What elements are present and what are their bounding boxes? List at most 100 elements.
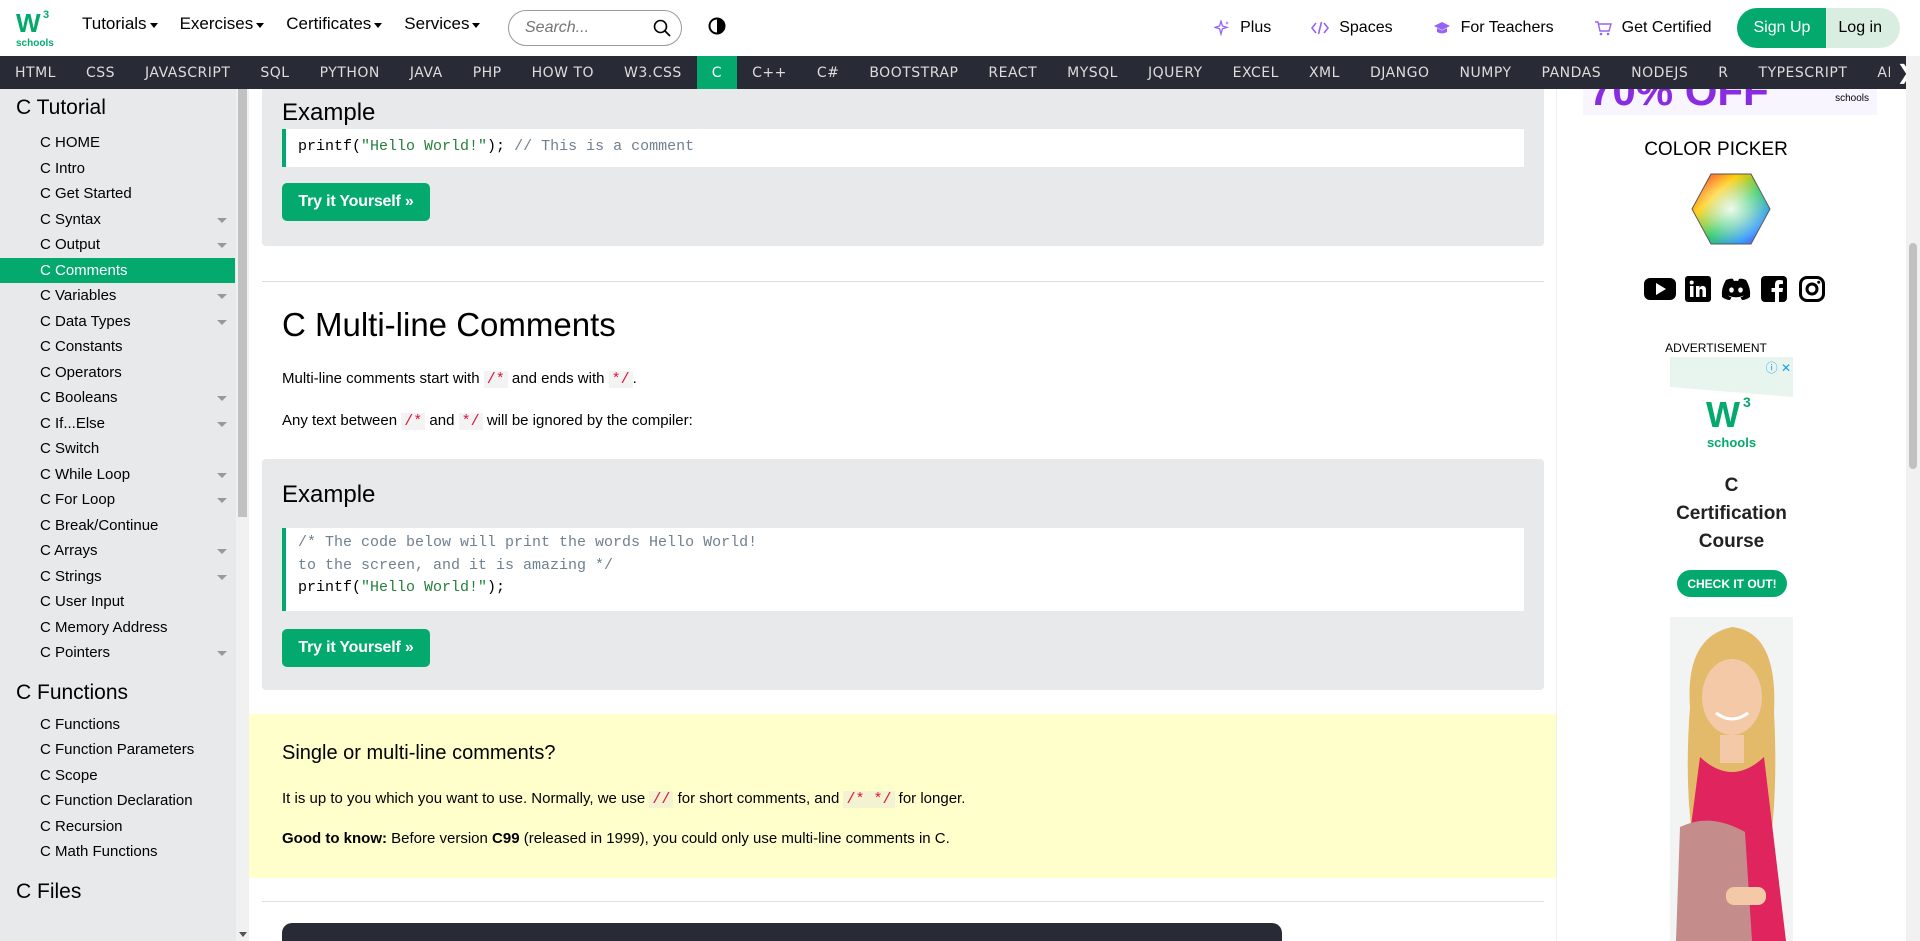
subnav-item-typescript[interactable]: TYPESCRIPT xyxy=(1744,56,1863,89)
facebook-icon[interactable] xyxy=(1757,274,1791,304)
subnav-item-numpy[interactable]: NUMPY xyxy=(1445,56,1527,89)
sidebar-item-c-syntax[interactable]: C Syntax xyxy=(0,207,235,233)
ad-info-close-icon[interactable]: ⓘ ✕ xyxy=(1766,359,1791,376)
sidebar-item-c-break-continue[interactable]: C Break/Continue xyxy=(0,513,235,539)
subnav-item-css[interactable]: CSS xyxy=(71,56,130,89)
search-input[interactable] xyxy=(525,19,645,37)
subnav-item-nodejs[interactable]: NODEJS xyxy=(1616,56,1703,89)
sidebar-item-c-function-declaration[interactable]: C Function Declaration xyxy=(0,788,235,814)
nav-tutorials[interactable]: Tutorials xyxy=(82,14,158,34)
nav-certificates[interactable]: Certificates xyxy=(286,14,383,34)
example-title: Example xyxy=(282,99,376,126)
subnav-item-csharp[interactable]: C# xyxy=(802,56,855,89)
sidebar-item-c-switch[interactable]: C Switch xyxy=(0,436,235,462)
sidebar-item-c-functions[interactable]: C Functions xyxy=(0,712,235,738)
instagram-icon[interactable] xyxy=(1795,274,1829,304)
ad-check-it-out-button[interactable]: CHECK IT OUT! xyxy=(1677,570,1787,597)
dark-mode-toggle-icon[interactable] xyxy=(708,17,726,35)
sidebar-item-c-operators[interactable]: C Operators xyxy=(0,360,235,386)
expand-caret-icon[interactable] xyxy=(217,421,227,427)
subnav-item-mysql[interactable]: MYSQL xyxy=(1052,56,1133,89)
get-certified-link[interactable]: Get Certified xyxy=(1594,19,1711,37)
subnav-item-django[interactable]: DJANGO xyxy=(1355,56,1445,89)
expand-caret-icon[interactable] xyxy=(217,217,227,223)
expand-caret-icon[interactable] xyxy=(217,294,227,299)
sidebar-item-c-user-input[interactable]: C User Input xyxy=(0,589,235,615)
discord-icon[interactable] xyxy=(1719,274,1753,304)
sidebar-item-c-pointers[interactable]: C Pointers xyxy=(0,640,235,666)
sidebar-item-c-memory-address[interactable]: C Memory Address xyxy=(0,615,235,641)
subnav-item-react[interactable]: REACT xyxy=(973,56,1052,89)
sidebar-item-c-math-functions[interactable]: C Math Functions xyxy=(0,839,235,865)
sidebar-item-c-intro[interactable]: C Intro xyxy=(0,156,235,182)
expand-caret-icon[interactable] xyxy=(217,319,227,325)
text: and ends with xyxy=(507,370,609,387)
sidebar-item-c-output[interactable]: C Output xyxy=(0,232,235,258)
sidebar-item-c-comments[interactable]: C Comments xyxy=(0,257,235,283)
subnav-item-r[interactable]: R xyxy=(1703,56,1743,89)
subnav-item-html[interactable]: HTML xyxy=(0,56,71,89)
expand-caret-icon[interactable] xyxy=(217,574,227,580)
expand-caret-icon[interactable] xyxy=(217,243,227,248)
sidebar-item-c-booleans[interactable]: C Booleans xyxy=(0,385,235,411)
subnav-item-xml[interactable]: XML xyxy=(1294,56,1355,89)
youtube-icon[interactable] xyxy=(1643,274,1677,304)
subnav-item-cplusplus[interactable]: C++ xyxy=(737,56,802,89)
log-in-button[interactable]: Log in xyxy=(1826,8,1900,48)
subnav-item-excel[interactable]: EXCEL xyxy=(1218,56,1294,89)
subnav-item-python[interactable]: PYTHON xyxy=(305,56,395,89)
sign-up-button[interactable]: Sign Up xyxy=(1737,8,1827,48)
expand-caret-icon[interactable] xyxy=(217,651,227,656)
for-teachers-link[interactable]: For Teachers xyxy=(1433,19,1554,37)
sidebar-item-c-for-loop[interactable]: C For Loop xyxy=(0,487,235,513)
expand-caret-icon[interactable] xyxy=(217,472,227,478)
subnav-item-jquery[interactable]: JQUERY xyxy=(1133,56,1218,89)
try-it-yourself-button[interactable]: Try it Yourself » xyxy=(282,183,430,221)
ad-banner[interactable]: ⓘ ✕ W 3 schools C Certification Course C… xyxy=(1670,357,1793,941)
sidebar-item-c-function-parameters[interactable]: C Function Parameters xyxy=(0,737,235,763)
subnav-item-pandas[interactable]: PANDAS xyxy=(1527,56,1617,89)
nav-services[interactable]: Services xyxy=(404,14,481,34)
w3schools-logo[interactable]: W 3 schools xyxy=(16,6,60,50)
sidebar-item-c-while-loop[interactable]: C While Loop xyxy=(0,462,235,488)
try-it-yourself-button[interactable]: Try it Yourself » xyxy=(282,629,430,667)
sidebar-item-c-strings[interactable]: C Strings xyxy=(0,564,235,590)
spaces-link[interactable]: Spaces xyxy=(1311,19,1393,37)
subnav-item-sql[interactable]: SQL xyxy=(245,56,304,89)
top-ad-banner[interactable]: 70% OFF schools xyxy=(1583,89,1877,115)
subnav-item-javascript[interactable]: JAVASCRIPT xyxy=(130,56,245,89)
search-icon[interactable] xyxy=(653,19,671,42)
subnav-item-php[interactable]: PHP xyxy=(458,56,517,89)
expand-caret-icon[interactable] xyxy=(217,498,227,503)
sidebar-item-c-home[interactable]: C HOME xyxy=(0,130,235,156)
subnav-item-c[interactable]: C xyxy=(696,56,738,89)
page-scrollbar[interactable] xyxy=(1906,56,1920,941)
example-title: Example xyxy=(282,481,376,508)
sidebar-item-c-variables[interactable]: C Variables xyxy=(0,283,235,309)
subnav-item-java[interactable]: JAVA xyxy=(395,56,458,89)
sidebar-item-c-data-types[interactable]: C Data Types xyxy=(0,309,235,335)
sidebar-item-c-arrays[interactable]: C Arrays xyxy=(0,538,235,564)
sidebar-item-c-scope[interactable]: C Scope xyxy=(0,763,235,789)
expand-caret-icon[interactable] xyxy=(217,549,227,554)
linkedin-icon[interactable] xyxy=(1681,274,1715,304)
color-picker-title[interactable]: COLOR PICKER xyxy=(1557,139,1875,161)
sidebar-item-c-constants[interactable]: C Constants xyxy=(0,334,235,360)
subnav-item-bootstrap[interactable]: BOOTSTRAP xyxy=(854,56,973,89)
sidebar-item-label: C Comments xyxy=(40,261,128,279)
page-scroll-thumb[interactable] xyxy=(1909,243,1917,469)
sidebar-item-c-get-started[interactable]: C Get Started xyxy=(0,181,235,207)
sidebar-item-label: C Scope xyxy=(40,766,98,784)
color-picker-icon[interactable] xyxy=(1691,173,1771,250)
plus-link[interactable]: Plus xyxy=(1214,19,1271,37)
scroll-down-icon[interactable] xyxy=(239,932,247,937)
sidebar-scroll-thumb[interactable] xyxy=(238,89,247,517)
sidebar-item-c-if-else[interactable]: C If...Else xyxy=(0,411,235,437)
expand-caret-icon[interactable] xyxy=(217,396,227,401)
subnav-item-how-to[interactable]: HOW TO xyxy=(517,56,609,89)
sidebar-item-c-recursion[interactable]: C Recursion xyxy=(0,814,235,840)
subnav-item-w3-css[interactable]: W3.CSS xyxy=(609,56,697,89)
cart-icon xyxy=(1594,21,1612,36)
nav-exercises[interactable]: Exercises xyxy=(180,14,265,34)
sidebar-scrollbar[interactable] xyxy=(236,89,249,941)
